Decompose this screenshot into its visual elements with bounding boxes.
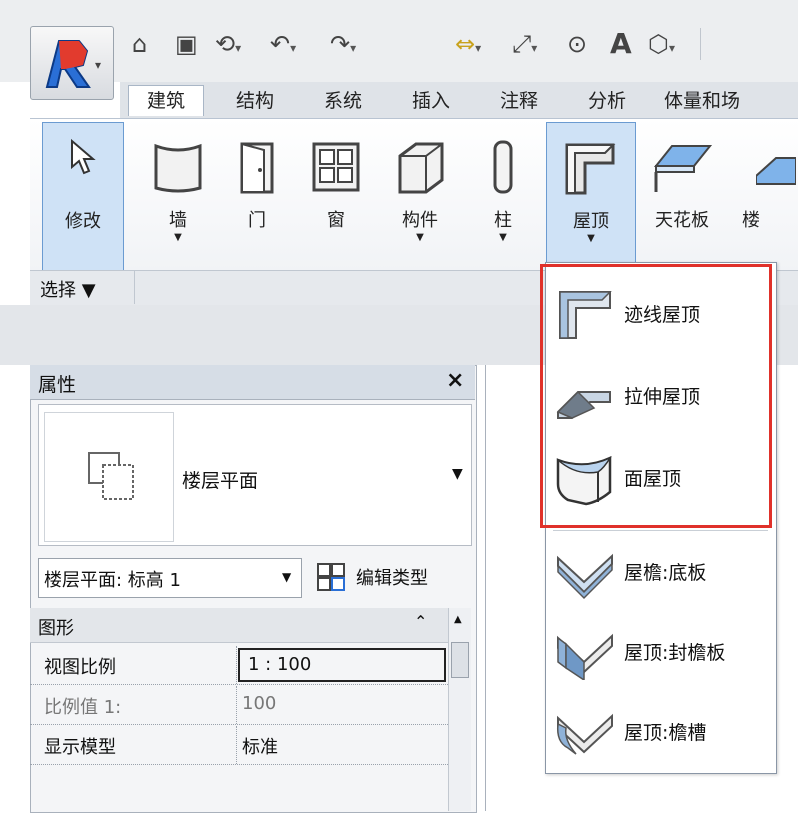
menu-item-label: 屋顶:封檐板	[624, 642, 726, 664]
property-row[interactable]: 显示模型 标准	[30, 726, 450, 765]
edit-type-icon	[317, 563, 345, 591]
tab-architecture[interactable]: 建筑	[128, 85, 204, 116]
property-value: 100	[242, 693, 277, 714]
menu-item-label: 屋顶:檐槽	[624, 722, 707, 744]
roof-gutter-icon	[556, 713, 613, 755]
type-preview	[44, 412, 174, 542]
open-icon[interactable]: ⌂	[132, 28, 147, 60]
property-value[interactable]: 标准	[242, 733, 278, 759]
property-key: 显示模型	[44, 737, 116, 758]
modify-label: 修改	[65, 211, 101, 232]
column-label: 柱	[494, 210, 512, 231]
sync-icon[interactable]: ⟲▾	[215, 28, 241, 60]
application-menu-button[interactable]: ▾	[30, 26, 114, 100]
window-icon	[312, 142, 360, 192]
property-key: 比例值 1:	[44, 697, 122, 718]
scroll-up-icon[interactable]: ▲	[454, 614, 462, 625]
door-button[interactable]: 门	[222, 122, 292, 270]
component-label: 构件	[402, 210, 438, 231]
graphics-group-label: 图形	[38, 618, 74, 639]
ceiling-label: 天花板	[655, 210, 709, 231]
roof-icon	[565, 143, 616, 195]
properties-scrollbar[interactable]: ▲	[448, 608, 471, 811]
properties-header	[30, 365, 475, 400]
component-button[interactable]: 构件 ▼	[380, 122, 460, 270]
select-panel-label[interactable]: 选择 ▼	[40, 276, 96, 302]
measure-icon[interactable]: ⇔▾	[455, 28, 481, 60]
close-icon[interactable]: ×	[446, 368, 464, 393]
menu-item-roof-fascia[interactable]: 屋顶:封檐板	[546, 610, 774, 692]
tab-analyze[interactable]: 分析	[574, 86, 640, 116]
roof-button[interactable]: 屋顶 ▼	[546, 122, 636, 272]
graphics-group-header[interactable]	[30, 608, 450, 643]
dimension-icon[interactable]: ⤢▾	[512, 28, 537, 60]
cursor-arrow-icon	[71, 138, 96, 175]
tab-systems[interactable]: 系统	[310, 86, 376, 116]
door-label: 门	[248, 210, 266, 231]
roof-dropdown-icon: ▼	[587, 233, 595, 244]
type-name: 楼层平面	[182, 470, 259, 492]
chevron-down-icon[interactable]: ▼	[452, 466, 463, 482]
menu-item-roof-soffit[interactable]: 屋檐:底板	[546, 530, 774, 612]
redo-icon[interactable]: ↷▾	[330, 28, 356, 60]
ceiling-icon	[653, 145, 713, 192]
edit-type-button[interactable]	[316, 562, 350, 592]
toolbar-separator	[700, 28, 798, 60]
door-icon	[240, 142, 274, 194]
column-icon	[493, 140, 513, 194]
highlight-box	[540, 264, 772, 528]
chevron-down-icon[interactable]: ▼	[282, 570, 291, 584]
scrollbar-thumb[interactable]	[451, 642, 469, 678]
roof-soffit-icon	[557, 553, 613, 600]
instance-selector-value: 楼层平面: 标高 1	[44, 570, 181, 591]
tab-structure[interactable]: 结构	[222, 86, 288, 116]
3d-view-icon[interactable]: ⬡▾	[648, 28, 675, 60]
window-label: 窗	[327, 210, 345, 231]
menu-item-roof-gutter[interactable]: 屋顶:檐槽	[546, 690, 774, 772]
save-icon[interactable]: ▣	[175, 28, 198, 60]
undo-icon[interactable]: ↶▾	[270, 28, 296, 60]
menu-item-label: 屋檐:底板	[624, 562, 707, 584]
quick-access-toolbar	[0, 0, 798, 82]
text-tool-icon[interactable]: A	[610, 28, 632, 60]
svg-text:▾: ▾	[95, 58, 101, 72]
revit-logo-icon: ▾	[45, 40, 101, 88]
tag-icon[interactable]: ⊙	[567, 28, 587, 60]
view-scale-field[interactable]: 1 : 100	[238, 648, 446, 682]
floor-icon	[756, 157, 796, 185]
column-button[interactable]: 柱 ▼	[468, 122, 538, 270]
floor-button[interactable]: 楼	[732, 122, 798, 270]
modify-button[interactable]: 修改	[42, 122, 124, 272]
floor-label: 楼	[742, 210, 760, 231]
roof-fascia-icon	[557, 633, 613, 680]
property-row[interactable]: 视图比例 1 : 100	[30, 646, 450, 685]
floor-plan-icon	[88, 452, 134, 500]
component-dropdown-icon: ▼	[416, 232, 424, 243]
collapse-icon[interactable]: ⌃	[414, 612, 427, 631]
wall-label: 墙	[169, 210, 187, 231]
ceiling-button[interactable]: 天花板	[638, 122, 726, 270]
wall-dropdown-icon: ▼	[174, 232, 182, 243]
window-button[interactable]: 窗	[298, 122, 374, 270]
property-row: 比例值 1: 100	[30, 686, 450, 725]
wall-button[interactable]: 墙 ▼	[140, 122, 216, 270]
edit-type-label[interactable]: 编辑类型	[356, 564, 428, 590]
column-dropdown-icon: ▼	[499, 232, 507, 243]
tab-annotate[interactable]: 注释	[486, 86, 552, 116]
component-icon	[398, 142, 444, 194]
tab-insert[interactable]: 插入	[398, 86, 464, 116]
property-key: 视图比例	[44, 657, 116, 678]
properties-title: 属性	[38, 374, 77, 396]
wall-icon	[154, 143, 202, 193]
tab-massing-site[interactable]: 体量和场	[664, 86, 798, 116]
roof-label: 屋顶	[573, 211, 609, 232]
